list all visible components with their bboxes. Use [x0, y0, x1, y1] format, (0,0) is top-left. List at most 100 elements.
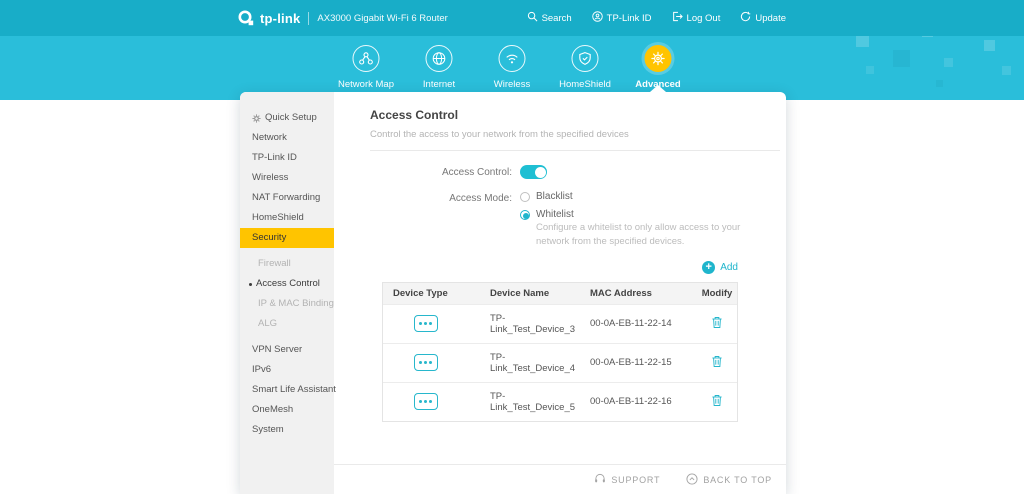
tab-label: Network Map	[338, 79, 394, 90]
main-content: Access Control Control the access to you…	[334, 92, 786, 494]
add-device-button[interactable]: + Add	[382, 261, 738, 274]
page: tp-link AX3000 Gigabit Wi-Fi 6 Router Se…	[0, 0, 1024, 494]
tab-label: HomeShield	[559, 79, 611, 90]
support-icon	[594, 473, 606, 486]
sidebar-item-ip-mac-binding[interactable]: IP & MAC Binding	[240, 294, 334, 314]
access-control-table: Device Type Device Name MAC Address Modi…	[382, 282, 738, 422]
topbar-actions: Search TP-Link ID	[527, 11, 786, 25]
blacklist-label: Blacklist	[536, 191, 573, 202]
sidebar-item-firewall[interactable]: Firewall	[240, 254, 334, 274]
page-subtitle: Control the access to your network from …	[370, 129, 786, 140]
delete-device-icon[interactable]	[711, 316, 723, 329]
sidebar-item-onemesh[interactable]: OneMesh	[240, 400, 334, 420]
sidebar-item-system[interactable]: System	[240, 420, 334, 440]
device-name-cell: TP-Link_Test_Device_4	[468, 352, 590, 374]
whitelist-option[interactable]: Whitelist	[520, 209, 746, 220]
tab-wireless[interactable]: Wireless	[476, 36, 549, 90]
sidebar-item-quick-setup[interactable]: Quick Setup	[240, 108, 334, 128]
whitelist-label: Whitelist	[536, 209, 574, 220]
wireless-icon	[499, 45, 526, 72]
delete-device-icon[interactable]	[711, 394, 723, 407]
whitelist-radio	[520, 210, 530, 220]
access-control-label: Access Control:	[370, 165, 512, 179]
update-label: Update	[755, 13, 786, 24]
sidebar-item-label: Quick Setup	[265, 108, 317, 128]
table-row: TP-Link_Test_Device_3 00-0A-EB-11-22-14	[383, 304, 737, 343]
brand-name: tp-link	[260, 11, 300, 26]
tab-internet[interactable]: Internet	[403, 36, 476, 90]
mac-address-cell: 00-0A-EB-11-22-16	[590, 396, 695, 407]
whitelist-description: Configure a whitelist to only allow acce…	[536, 221, 746, 249]
device-name-cell: TP-Link_Test_Device_3	[468, 313, 590, 335]
topbar: tp-link AX3000 Gigabit Wi-Fi 6 Router Se…	[0, 0, 1024, 36]
tab-advanced[interactable]: Advanced	[622, 36, 695, 90]
device-table-zone: + Add Device Type Device Name MAC Addres…	[382, 261, 738, 422]
search-button[interactable]: Search	[527, 11, 572, 25]
active-item-bullet	[249, 283, 252, 286]
id-icon	[592, 11, 603, 25]
sidebar-item-label: Access Control	[256, 274, 320, 294]
update-button[interactable]: Update	[740, 11, 786, 25]
quick-setup-icon	[252, 114, 261, 123]
device-name-cell: TP-Link_Test_Device_5	[468, 391, 590, 413]
device-icon	[414, 393, 438, 410]
tab-label: Internet	[423, 79, 455, 90]
sidebar-item-access-control[interactable]: Access Control	[240, 274, 334, 294]
access-control-toggle[interactable]	[520, 165, 547, 179]
tplink-id-label: TP-Link ID	[607, 13, 652, 24]
tab-network-map[interactable]: Network Map	[330, 36, 403, 90]
sidebar-item-homeshield[interactable]: HomeShield	[240, 208, 334, 228]
settings-card: Quick Setup Network TP-Link ID Wireless …	[240, 92, 786, 494]
back-to-top-button[interactable]: BACK TO TOP	[686, 473, 772, 487]
tplink-id-button[interactable]: TP-Link ID	[592, 11, 652, 25]
back-to-top-icon	[686, 473, 698, 487]
mac-address-cell: 00-0A-EB-11-22-15	[590, 357, 695, 368]
homeshield-icon	[572, 45, 599, 72]
support-button[interactable]: SUPPORT	[594, 473, 660, 486]
sidebar-item-smart-life-assistant[interactable]: Smart Life Assistant	[240, 380, 334, 400]
blacklist-radio	[520, 192, 530, 202]
add-label: Add	[720, 262, 738, 273]
table-row: TP-Link_Test_Device_5 00-0A-EB-11-22-16	[383, 382, 737, 421]
brand-divider	[308, 12, 309, 25]
logout-label: Log Out	[687, 13, 721, 24]
delete-device-icon[interactable]	[711, 355, 723, 368]
sidebar-item-vpn-server[interactable]: VPN Server	[240, 340, 334, 360]
mac-address-cell: 00-0A-EB-11-22-14	[590, 318, 695, 329]
sidebar-item-ipv6[interactable]: IPv6	[240, 360, 334, 380]
support-label: SUPPORT	[611, 475, 660, 485]
sidebar-item-security[interactable]: Security	[240, 228, 334, 248]
main-nav: Network Map Internet Wireless	[330, 36, 695, 90]
network-map-icon	[353, 45, 380, 72]
search-icon	[527, 11, 538, 25]
back-to-top-label: BACK TO TOP	[703, 475, 772, 485]
tp-link-logo-icon	[238, 10, 254, 26]
col-header-device-type: Device Type	[383, 288, 468, 299]
table-header-row: Device Type Device Name MAC Address Modi…	[383, 283, 737, 304]
sidebar-item-tplink-id[interactable]: TP-Link ID	[240, 148, 334, 168]
sidebar-item-nat-forwarding[interactable]: NAT Forwarding	[240, 188, 334, 208]
device-icon	[414, 315, 438, 332]
tab-label: Wireless	[494, 79, 530, 90]
internet-icon	[426, 45, 453, 72]
card-footer: SUPPORT BACK TO TOP	[334, 464, 786, 494]
advanced-gear-icon	[645, 45, 672, 72]
table-row: TP-Link_Test_Device_4 00-0A-EB-11-22-15	[383, 343, 737, 382]
add-icon: +	[702, 261, 715, 274]
sidebar-item-network[interactable]: Network	[240, 128, 334, 148]
brand: tp-link AX3000 Gigabit Wi-Fi 6 Router	[238, 10, 448, 26]
col-header-modify: Modify	[695, 288, 739, 299]
logout-button[interactable]: Log Out	[672, 11, 721, 25]
tab-homeshield[interactable]: HomeShield	[549, 36, 622, 90]
access-mode-options: Blacklist Whitelist Configure a whitelis…	[520, 191, 746, 249]
device-icon	[414, 354, 438, 371]
col-header-mac-address: MAC Address	[590, 288, 695, 299]
router-model: AX3000 Gigabit Wi-Fi 6 Router	[317, 13, 447, 24]
access-mode-label: Access Mode:	[370, 191, 512, 249]
access-control-form: Access Control: Access Mode: Blacklist	[370, 165, 786, 249]
card-pointer-arrow	[650, 85, 666, 92]
blacklist-option[interactable]: Blacklist	[520, 191, 746, 202]
sidebar-item-alg[interactable]: ALG	[240, 314, 334, 334]
sidebar-item-wireless[interactable]: Wireless	[240, 168, 334, 188]
sidebar: Quick Setup Network TP-Link ID Wireless …	[240, 92, 334, 494]
